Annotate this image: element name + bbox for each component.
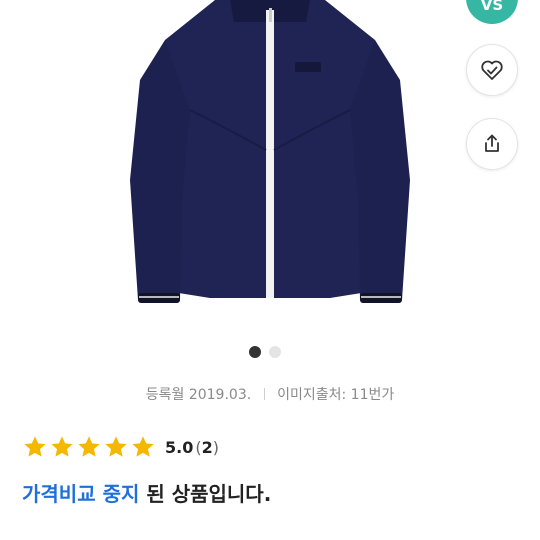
share-button[interactable] bbox=[466, 118, 518, 170]
notice-text: 된 상품입니다. bbox=[139, 482, 272, 506]
vs-badge-label: VS bbox=[480, 0, 504, 14]
registered-month: 등록월 2019.03. bbox=[145, 387, 252, 403]
product-image[interactable] bbox=[120, 0, 420, 330]
vs-badge[interactable]: VS bbox=[466, 0, 518, 24]
star-icon bbox=[78, 436, 100, 457]
meta-divider bbox=[263, 388, 265, 400]
rating-stars bbox=[22, 434, 157, 460]
heart-check-icon bbox=[481, 60, 503, 80]
star-icon bbox=[24, 436, 46, 457]
jacket-illustration bbox=[130, 0, 410, 303]
product-meta: 등록월 2019.03. 이미지출처: 11번가 bbox=[0, 384, 540, 404]
wishlist-button[interactable] bbox=[466, 44, 518, 96]
pager-dot-2[interactable] bbox=[269, 346, 281, 358]
pager-dot-1[interactable] bbox=[249, 346, 261, 358]
star-icon bbox=[132, 436, 154, 457]
rating-count-value: 2 bbox=[201, 437, 213, 457]
star-icon bbox=[51, 436, 73, 457]
star-icon bbox=[105, 436, 127, 457]
notice-highlight: 가격비교 중지 bbox=[22, 482, 140, 506]
share-icon bbox=[485, 134, 499, 152]
rating-score: 5.0 bbox=[165, 437, 194, 457]
comparison-stopped-notice: 가격비교 중지 된 상품입니다. bbox=[22, 478, 271, 507]
rating-count: (2) bbox=[195, 438, 219, 457]
image-source: 이미지출처: 11번가 bbox=[277, 387, 395, 403]
rating-count-close: ) bbox=[212, 437, 219, 457]
rating-row[interactable]: 5.0 (2) bbox=[22, 434, 219, 460]
image-pager bbox=[0, 346, 540, 358]
